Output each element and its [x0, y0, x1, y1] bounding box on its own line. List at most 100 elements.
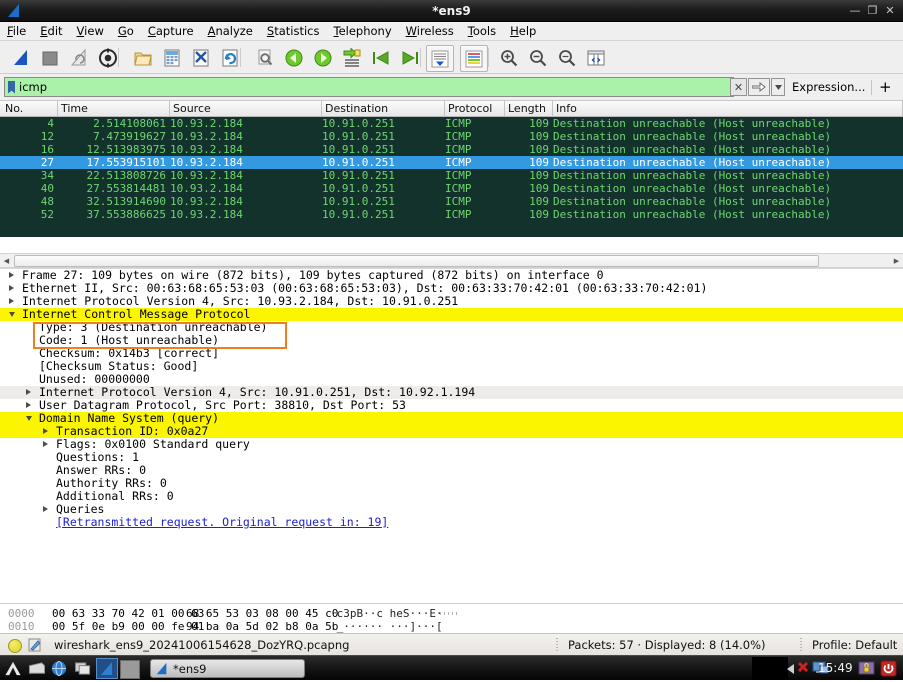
terminal-icon[interactable] — [28, 660, 46, 677]
zoom-reset-icon[interactable] — [554, 45, 580, 70]
cell-source: 10.93.2.184 — [170, 182, 318, 195]
table-row[interactable]: 3422.51380872610.93.2.18410.91.0.251ICMP… — [0, 169, 903, 182]
find-packet-icon[interactable] — [252, 45, 278, 70]
packet-bytes-pane[interactable]: 000000 63 33 70 42 01 00 6368 65 53 03 0… — [0, 603, 903, 633]
column-header-time[interactable]: Time — [58, 101, 170, 117]
bookmark-icon[interactable] — [8, 81, 15, 94]
packet-detail-pane[interactable]: Frame 27: 109 bytes on wire (872 bits), … — [0, 268, 903, 603]
chevron-right-icon[interactable] — [43, 441, 48, 447]
column-header-no[interactable]: No. — [2, 101, 58, 117]
file-manager-icon[interactable] — [74, 660, 92, 677]
chevron-right-icon[interactable] — [43, 506, 48, 512]
close-file-icon[interactable] — [188, 45, 214, 70]
expression-button[interactable]: Expression... — [792, 74, 865, 101]
table-row[interactable]: 4027.55381448110.93.2.18410.91.0.251ICMP… — [0, 182, 903, 195]
column-header-destination[interactable]: Destination — [322, 101, 445, 117]
menu-statistics[interactable]: Statistics — [260, 22, 327, 41]
table-row[interactable]: 127.47391962710.93.2.18410.91.0.251ICMP1… — [0, 130, 903, 143]
go-to-first-icon[interactable] — [368, 45, 394, 70]
colorize-icon[interactable] — [460, 45, 488, 72]
browser-icon[interactable] — [50, 660, 68, 677]
filter-input-wrapper[interactable] — [4, 77, 734, 97]
cell-source: 10.93.2.184 — [170, 169, 318, 182]
detail-link[interactable]: [Retransmitted request. Original request… — [56, 516, 388, 529]
network-disconnect-icon[interactable] — [796, 660, 813, 677]
filter-dropdown-button[interactable] — [771, 78, 785, 96]
auto-scroll-icon[interactable] — [426, 45, 454, 72]
menu-wireless[interactable]: Wireless — [399, 22, 461, 41]
cell-no: 52 — [2, 208, 54, 221]
column-header-length[interactable]: Length — [505, 101, 553, 117]
chevron-down-icon[interactable] — [26, 416, 32, 421]
menu-edit[interactable]: Edit — [33, 22, 69, 41]
expert-info-bulb-icon[interactable] — [8, 639, 22, 653]
cell-info: Destination unreachable (Host unreachabl… — [553, 143, 899, 156]
minimize-button[interactable]: — — [848, 0, 862, 22]
cell-info: Destination unreachable (Host unreachabl… — [553, 117, 899, 130]
menu-file[interactable]: File — [0, 22, 33, 41]
toolbar-separator-1 — [118, 48, 119, 67]
hex-dump-row[interactable]: 000000 63 33 70 42 01 00 6368 65 53 03 0… — [0, 607, 903, 620]
taskbar-window-label: *ens9 — [173, 662, 206, 676]
capture-comment-icon[interactable] — [28, 638, 42, 652]
stop-capture-icon[interactable] — [37, 45, 63, 70]
display-filter-input[interactable] — [19, 80, 733, 94]
hscroll-left-arrow[interactable]: ◀ — [0, 254, 13, 267]
cell-destination: 10.91.0.251 — [322, 130, 441, 143]
hex-dump-row[interactable]: 001000 5f 0e b9 00 00 fe 0194 ba 0a 5d 0… — [0, 620, 903, 633]
table-row[interactable]: 2717.55391510110.93.2.18410.91.0.251ICMP… — [0, 156, 903, 169]
hscroll-thumb[interactable] — [14, 255, 819, 267]
table-row[interactable]: 1612.51398397510.93.2.18410.91.0.251ICMP… — [0, 143, 903, 156]
column-header-protocol[interactable]: Protocol — [445, 101, 505, 117]
chevron-right-icon[interactable] — [43, 428, 48, 434]
taskbar-window-ens9[interactable]: *ens9 — [150, 659, 305, 678]
restart-capture-icon[interactable] — [66, 45, 92, 70]
menu-help[interactable]: Help — [503, 22, 543, 41]
detail-tree-row[interactable]: [Retransmitted request. Original request… — [0, 516, 903, 529]
hscroll-right-arrow[interactable]: ▶ — [890, 254, 903, 267]
go-to-packet-icon[interactable] — [339, 45, 365, 70]
cell-length: 109 — [505, 156, 549, 169]
packet-list[interactable]: No.TimeSourceDestinationProtocolLengthIn… — [0, 101, 903, 253]
menu-view[interactable]: View — [70, 22, 111, 41]
menu-telephony[interactable]: Telephony — [326, 22, 398, 41]
zoom-out-icon[interactable] — [525, 45, 551, 70]
save-file-icon[interactable] — [159, 45, 185, 70]
chevron-right-icon[interactable] — [26, 402, 31, 408]
power-icon[interactable] — [880, 660, 897, 677]
close-button[interactable]: ✕ — [883, 0, 897, 22]
clear-filter-button[interactable]: ✕ — [730, 78, 747, 96]
chevron-right-icon[interactable] — [26, 389, 31, 395]
detail-tree-row[interactable]: Additional RRs: 0 — [0, 490, 903, 503]
open-file-icon[interactable] — [130, 45, 156, 70]
apply-filter-button[interactable] — [748, 78, 770, 96]
menu-tools[interactable]: Tools — [461, 22, 503, 41]
table-row[interactable]: 5237.55388662510.93.2.18410.91.0.251ICMP… — [0, 208, 903, 221]
start-capture-icon[interactable] — [8, 45, 34, 70]
table-row[interactable]: 4832.51391469010.93.2.18410.91.0.251ICMP… — [0, 195, 903, 208]
resize-columns-icon[interactable] — [583, 45, 609, 70]
tray-collapse-arrow-icon[interactable] — [787, 664, 795, 674]
go-forward-icon[interactable] — [310, 45, 336, 70]
menu-go[interactable]: Go — [111, 22, 141, 41]
table-row[interactable]: 42.51410806110.93.2.18410.91.0.251ICMP10… — [0, 117, 903, 130]
chevron-right-icon[interactable] — [9, 272, 14, 278]
workspace-switcher[interactable] — [120, 660, 140, 679]
lock-screen-icon[interactable] — [858, 660, 875, 677]
chevron-right-icon[interactable] — [9, 298, 14, 304]
chevron-right-icon[interactable] — [9, 285, 14, 291]
menu-capture[interactable]: Capture — [141, 22, 201, 41]
profile-label[interactable]: Profile: Default — [812, 634, 897, 656]
packet-list-body[interactable]: 42.51410806110.93.2.18410.91.0.251ICMP10… — [0, 117, 903, 237]
maximize-button[interactable]: ❐ — [866, 0, 880, 22]
add-filter-button[interactable]: + — [879, 74, 892, 101]
chevron-down-icon[interactable] — [9, 312, 15, 317]
menu-arrow-icon[interactable] — [4, 660, 22, 677]
hex-ascii: ·c3pB··c heS···E· — [330, 607, 443, 620]
column-header-source[interactable]: Source — [170, 101, 322, 117]
go-back-icon[interactable] — [281, 45, 307, 70]
wireshark-launcher-button[interactable] — [96, 658, 118, 679]
menu-analyze[interactable]: Analyze — [201, 22, 260, 41]
zoom-in-icon[interactable] — [496, 45, 522, 70]
column-header-info[interactable]: Info — [553, 101, 903, 117]
